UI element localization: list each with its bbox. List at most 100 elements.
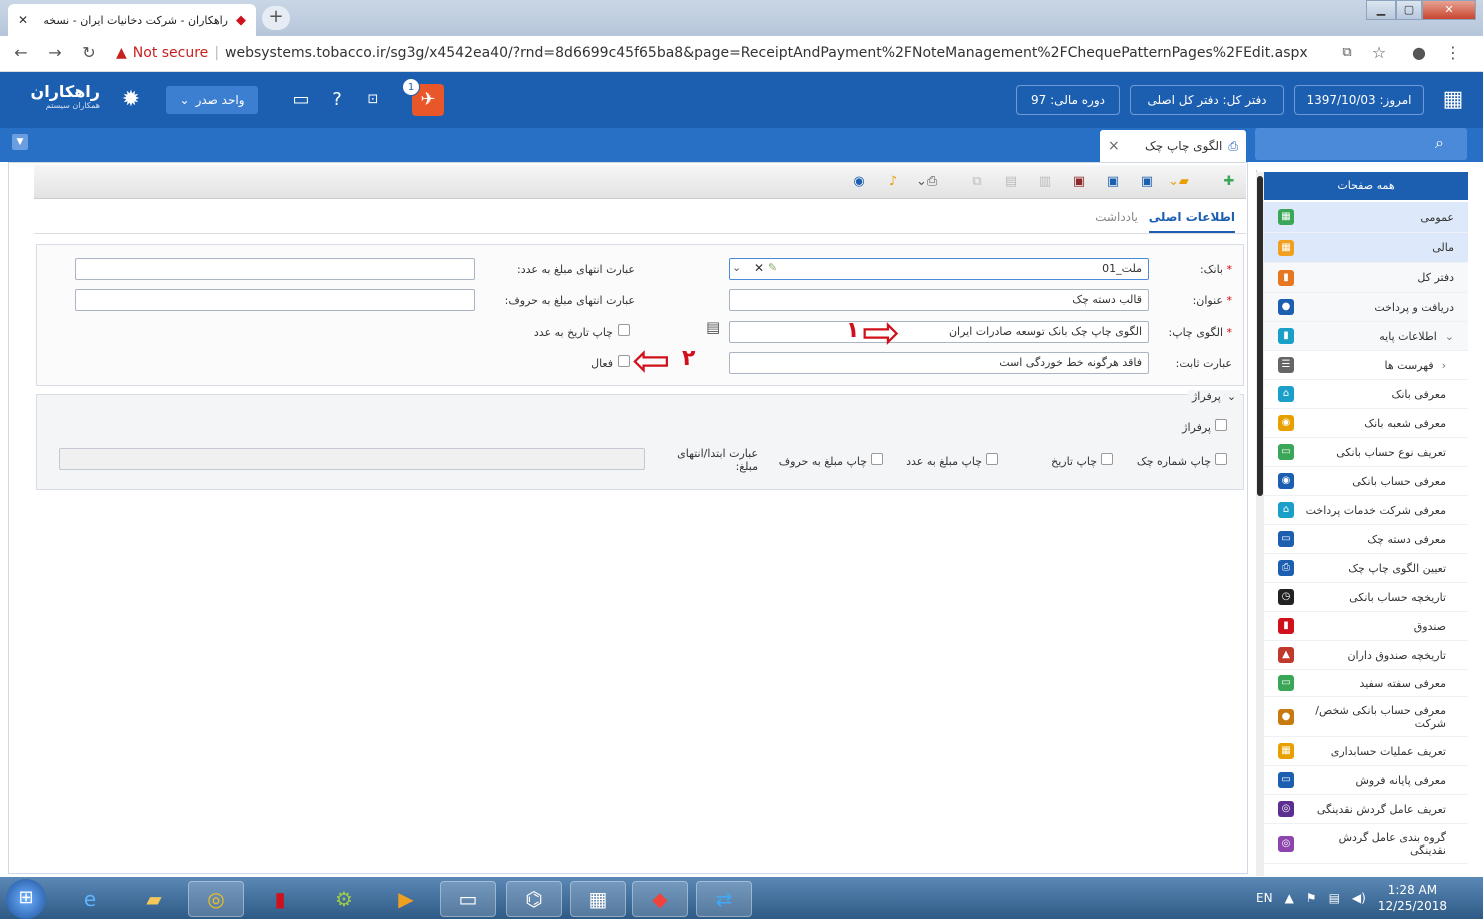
sidebar-item[interactable]: ▦ عمومی xyxy=(1264,202,1468,233)
browser-tab[interactable]: ✕ راهکاران - شرکت دخانیات ایران - نسخه ◆ xyxy=(8,4,256,36)
collapse-icon[interactable]: ▼ xyxy=(12,134,28,150)
fixed-text-value: فاقد هرگونه خط خوردگی است xyxy=(999,356,1142,369)
sidebar-item[interactable]: ▮ صندوق xyxy=(1264,612,1468,641)
media-app-icon[interactable]: ▶ xyxy=(378,881,434,917)
inbox-icon[interactable]: ▭ xyxy=(288,88,314,114)
teamviewer-icon[interactable]: ⇄ xyxy=(696,881,752,917)
sidebar-item[interactable]: ◷ تاریخچه حساب بانکی xyxy=(1264,583,1468,612)
tools-app-icon[interactable]: ⚙ xyxy=(316,881,372,917)
print-amount-number-checkbox[interactable] xyxy=(986,453,998,465)
sidebar-item[interactable]: ▦ مالی xyxy=(1264,233,1468,263)
bookmark-star-icon[interactable]: ☆ xyxy=(1368,43,1390,65)
sidebar-item[interactable]: ▲ تاریخچه صندوق داران xyxy=(1264,641,1468,670)
chevron-down-icon[interactable]: ⌄ xyxy=(732,261,741,274)
flag-icon[interactable]: ⚑ xyxy=(1306,891,1317,905)
tab-main-info[interactable]: اطلاعات اصلی xyxy=(1148,210,1235,233)
print-amount-text-checkbox[interactable] xyxy=(871,453,883,465)
date-box[interactable]: امروز: 1397/10/03 xyxy=(1294,85,1424,115)
open-folder-icon[interactable]: ⌄▰ xyxy=(1168,173,1189,191)
menu-icon[interactable]: ⋮ xyxy=(1442,43,1464,65)
fiscal-period-box[interactable]: دوره مالی: 97 xyxy=(1016,85,1120,115)
sidebar-item[interactable]: ◎ تعریف عامل گردش نقدینگی xyxy=(1264,795,1468,824)
ie-icon[interactable]: e xyxy=(62,881,118,917)
settings-gear-icon[interactable]: ✹ xyxy=(118,88,144,114)
document-app-icon[interactable]: ▮ xyxy=(252,881,308,917)
clock[interactable]: 1:28 AM 12/25/2018 xyxy=(1378,882,1447,914)
ledger-box[interactable]: دفتر کل: دفتر کل اصلی xyxy=(1130,85,1284,115)
new-record-icon[interactable]: ✚ xyxy=(1220,173,1238,191)
network-icon[interactable]: ▤ xyxy=(1329,891,1340,905)
maximize-button[interactable]: ▢ xyxy=(1396,0,1422,20)
print-date-number-checkbox[interactable] xyxy=(618,324,630,336)
sidebar-item[interactable]: ● دریافت و پرداخت xyxy=(1264,293,1468,322)
clear-icon[interactable]: ✕ xyxy=(754,261,764,275)
translate-icon[interactable]: ⧉ xyxy=(1336,43,1358,65)
reload-icon[interactable]: ↻ xyxy=(78,43,100,65)
print-dropdown-icon[interactable]: ⌄⎙ xyxy=(916,173,937,191)
sidebar-item[interactable]: ▭ معرفی پایانه فروش xyxy=(1264,766,1468,795)
close-tab-icon[interactable]: ✕ xyxy=(18,13,28,27)
close-page-tab-icon[interactable]: × xyxy=(1108,138,1120,154)
perforation-legend[interactable]: ⌄ پرفراژ xyxy=(1188,390,1241,403)
page-tab[interactable]: ⎙ الگوی چاپ چک × xyxy=(1100,130,1246,162)
window-app-icon[interactable]: ▭ xyxy=(440,881,496,917)
title-input[interactable]: قالب دسته چک xyxy=(729,289,1149,311)
start-end-label: عبارت ابتدا/انتهای مبلغ: xyxy=(677,447,758,473)
edit-icon[interactable]: ✎ xyxy=(768,261,777,274)
help-circle-icon[interactable]: ◉ xyxy=(850,173,868,191)
sidebar-item-label: معرفی شرکت خدمات پرداخت xyxy=(1305,503,1446,517)
search-icon[interactable]: ⌕ xyxy=(1255,128,1467,160)
bell-icon[interactable]: ♪ xyxy=(884,173,902,191)
back-arrow-icon[interactable]: ← xyxy=(10,43,32,65)
fixed-text-input[interactable]: فاقد هرگونه خط خوردگی است xyxy=(729,352,1149,374)
pattern-list-icon[interactable]: ▤ xyxy=(706,318,720,336)
active-checkbox[interactable] xyxy=(618,355,630,367)
bank-select[interactable]: ملت_01 xyxy=(729,258,1149,280)
end-number-input[interactable] xyxy=(75,258,475,280)
end-text-input[interactable] xyxy=(75,289,475,311)
print-date-checkbox[interactable] xyxy=(1101,453,1113,465)
sidebar-item[interactable]: ▭ معرفی سفته سفید xyxy=(1264,670,1468,697)
sidebar-item[interactable]: ⌂ معرفی بانک xyxy=(1264,380,1468,409)
start-button[interactable]: ⊞ xyxy=(6,879,46,919)
help-icon[interactable]: ? xyxy=(324,88,350,114)
sidebar-item[interactable]: ▮ اطلاعات پایه ⌄ xyxy=(1264,322,1468,351)
sidebar-item[interactable]: ☰ فهرست ها ‹ xyxy=(1264,351,1468,380)
anydesk-icon[interactable]: ◆ xyxy=(632,881,688,917)
file-explorer-icon[interactable]: ▰ xyxy=(126,881,182,917)
save-icon[interactable]: ▣ xyxy=(1138,173,1156,191)
sidebar-item[interactable]: ▭ تعریف نوع حساب بانکی xyxy=(1264,438,1468,467)
new-tab-button[interactable]: + xyxy=(262,6,290,30)
pattern-input[interactable]: الگوی چاپ چک بانک توسعه صادرات ایران xyxy=(729,321,1149,343)
sidebar-item[interactable]: ◎ گروه بندی عامل گردش نقدینگی xyxy=(1264,824,1468,864)
sidebar-item[interactable]: ▦ تعریف عملیات حسابداری xyxy=(1264,737,1468,766)
close-window-button[interactable]: ✕ xyxy=(1422,0,1476,20)
perforation-checkbox[interactable] xyxy=(1215,419,1227,431)
tray-expand-icon[interactable]: ▲ xyxy=(1285,891,1294,905)
sidebar-item[interactable]: ⌂ معرفی شرکت خدمات پرداخت xyxy=(1264,496,1468,525)
sidebar-item[interactable]: ▮ دفتر کل xyxy=(1264,263,1468,293)
network-app-icon[interactable]: ⌬ xyxy=(506,881,562,917)
sidebar-item[interactable]: ▭ معرفی دسته چک xyxy=(1264,525,1468,554)
sidebar-item[interactable]: ◉ معرفی حساب بانکی xyxy=(1264,467,1468,496)
terminal-icon[interactable]: ⊡ xyxy=(360,88,386,114)
unit-dropdown[interactable]: واحد صدر ⌄ xyxy=(166,86,258,114)
forward-arrow-icon[interactable]: → xyxy=(44,43,66,65)
volume-icon[interactable]: ◀) xyxy=(1352,891,1366,905)
paste-icon: ▤ xyxy=(1004,174,1018,189)
print-number-checkbox[interactable] xyxy=(1215,453,1227,465)
url-field[interactable]: ▲ Not secure | websystems.tobacco.ir/sg3… xyxy=(116,40,1416,66)
sidebar-item[interactable]: ● معرفی حساب بانکی شخص/ شرکت xyxy=(1264,697,1468,737)
sidebar-scroll-thumb[interactable] xyxy=(1257,176,1263,496)
chrome-icon[interactable]: ◎ xyxy=(188,881,244,917)
calculator-icon[interactable]: ▦ xyxy=(570,881,626,917)
save-close-icon[interactable]: ▣ xyxy=(1070,173,1088,191)
account-icon[interactable]: ● xyxy=(1408,43,1430,65)
tab-note[interactable]: یادداشت xyxy=(1095,210,1138,224)
sidebar-item[interactable]: ◉ معرفی شعبه بانک xyxy=(1264,409,1468,438)
sidebar-item[interactable]: ⎙ تعیین الگوی چاپ چک xyxy=(1264,554,1468,583)
save-new-icon[interactable]: ▣ xyxy=(1104,173,1122,191)
language-indicator[interactable]: EN xyxy=(1256,891,1273,905)
minimize-button[interactable]: ▁ xyxy=(1366,0,1396,20)
apps-grid-icon[interactable]: ▦ xyxy=(1440,88,1466,114)
